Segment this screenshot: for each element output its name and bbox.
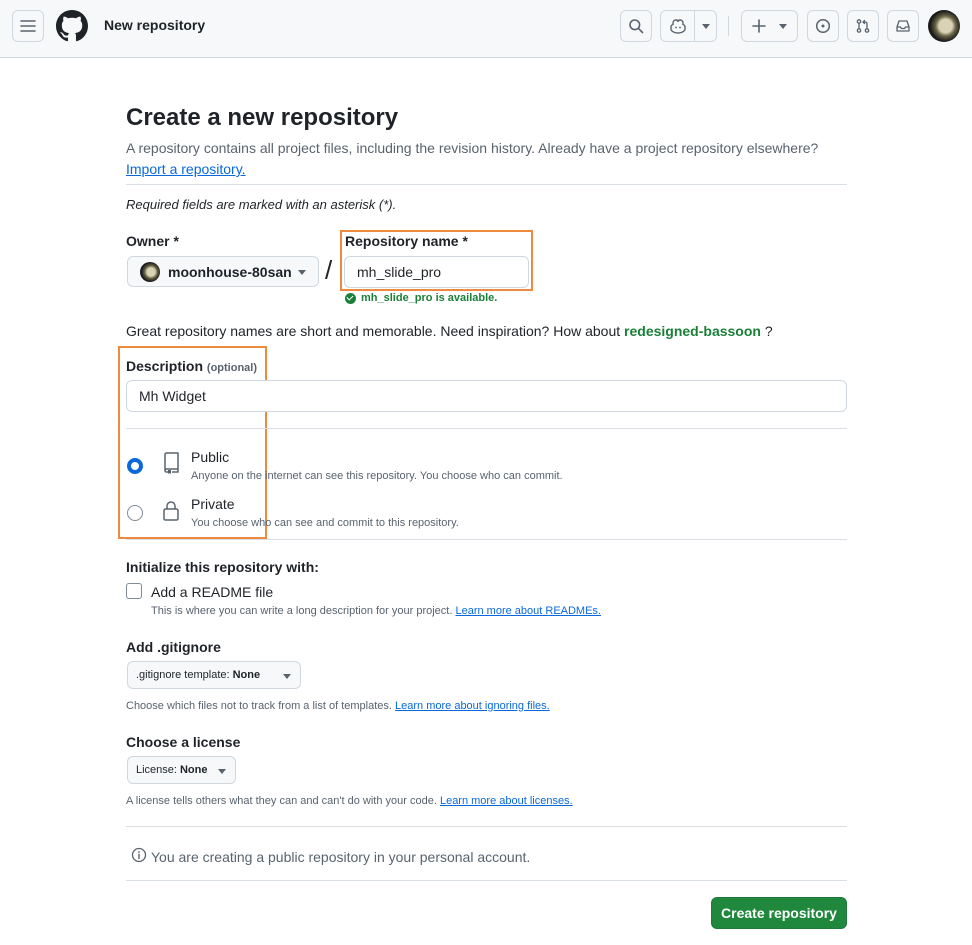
repo-name-input[interactable]: mh_slide_pro [344,256,529,288]
required-fields-note: Required fields are marked with an aster… [126,197,397,212]
learn-more-licenses-link[interactable]: Learn more about licenses. [440,795,573,807]
inbox-icon [895,18,911,34]
issues-button[interactable] [807,10,839,42]
visibility-private-radio[interactable] [127,505,143,521]
learn-more-ignoring-files-link[interactable]: Learn more about ignoring files. [395,700,550,712]
check-circle-icon [345,292,356,304]
visibility-public-title[interactable]: Public [191,449,229,465]
repo-icon [162,451,180,480]
gitignore-heading: Add .gitignore [126,639,221,655]
menu-icon [20,18,36,34]
gitignore-template-select[interactable]: .gitignore template: None [127,661,301,689]
plus-icon [752,19,766,33]
page-title: Create a new repository [126,104,399,131]
public-repo-info: You are creating a public repository in … [131,847,530,866]
visibility-public-radio[interactable] [127,458,143,474]
create-new-button[interactable] [741,10,798,42]
visibility-private-desc: You choose who can see and commit to thi… [191,517,459,529]
owner-avatar [140,261,160,282]
search-button[interactable] [620,10,652,42]
divider [126,428,847,429]
header-divider [728,16,729,36]
top-header: New repository [0,0,972,58]
divider [126,184,847,185]
page-context-title[interactable]: New repository [104,17,205,33]
menu-button[interactable] [12,10,44,42]
learn-more-readmes-link[interactable]: Learn more about READMEs. [455,605,601,617]
pull-requests-button[interactable] [847,10,879,42]
license-select[interactable]: License: None [127,756,236,784]
description-input[interactable]: Mh Widget [126,380,847,412]
copilot-icon [669,18,687,34]
description-label: Description (optional) [126,358,258,374]
name-suggestion: Great repository names are short and mem… [126,323,773,339]
chevron-down-icon [283,674,291,679]
owner-select[interactable]: moonhouse-80san [127,256,319,287]
visibility-private-title[interactable]: Private [191,496,235,512]
pull-requests-icon [855,18,871,34]
divider [126,826,847,827]
add-readme-label[interactable]: Add a README file [151,584,273,600]
search-icon [628,18,644,34]
issues-icon [815,18,831,34]
copilot-button[interactable] [660,10,717,42]
repo-name-label: Repository name * [345,233,468,249]
chevron-down-icon [218,769,226,774]
owner-name-separator: / [325,255,333,285]
license-heading: Choose a license [126,734,241,750]
page-subtitle: A repository contains all project files,… [126,140,819,177]
info-icon [131,847,147,866]
github-logo-icon[interactable] [56,10,88,42]
chevron-down-icon [298,270,306,275]
avatar[interactable] [928,10,960,42]
chevron-down-icon [702,24,710,29]
initialize-heading: Initialize this repository with: [126,559,319,575]
create-repository-button[interactable]: Create repository [711,897,847,929]
availability-status: mh_slide_pro is available. [345,292,497,304]
divider [126,539,847,540]
gitignore-description: Choose which files not to track from a l… [126,700,550,712]
add-readme-checkbox[interactable] [126,583,142,599]
suggested-name-link[interactable]: redesigned-bassoon [624,323,761,339]
divider [126,880,847,881]
owner-label: Owner * [126,233,179,249]
license-description: A license tells others what they can and… [126,795,573,807]
import-repository-link[interactable]: Import a repository. [126,161,246,177]
readme-description: This is where you can write a long descr… [151,605,601,617]
inbox-button[interactable] [887,10,919,42]
chevron-down-icon [779,24,787,29]
visibility-public-desc: Anyone on the internet can see this repo… [191,470,563,482]
lock-icon [162,499,180,528]
